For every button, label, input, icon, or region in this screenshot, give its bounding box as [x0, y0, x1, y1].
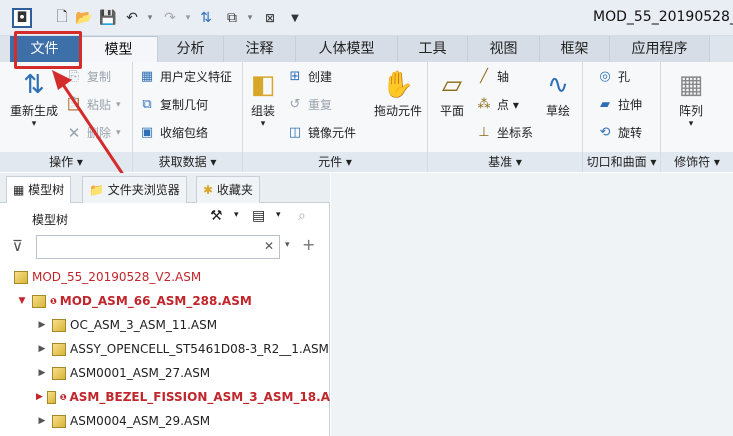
tree-columns-icon[interactable]: ▤ [252, 208, 265, 224]
tree-row-label: OC_ASM_3_ASM_11.ASM [70, 318, 218, 332]
navigator-panel: ▦ 模型树 📁 文件夹浏览器 ✱ 收藏夹 模型树 ⚒ ▾ ▤ ▾ ⌕ ⊽ ✕ ▾… [0, 173, 330, 436]
collapsed-arrow-icon[interactable]: ▶ [36, 416, 48, 426]
tree-settings-dropdown-icon[interactable]: ▾ [234, 210, 239, 220]
tree-row[interactable]: ▶ ❶ ASM_BEZEL_FISSION_ASM_3_ASM_18.A [0, 385, 330, 409]
graphics-area[interactable] [331, 173, 733, 436]
tree-row[interactable]: ▶ ASM0001_ASM_27.ASM [0, 361, 330, 385]
collapsed-arrow-icon[interactable]: ▶ [36, 320, 48, 330]
favorites-tab-label: 收藏夹 [216, 183, 253, 197]
assembly-icon [32, 294, 46, 308]
tree-columns-dropdown-icon[interactable]: ▾ [276, 210, 281, 220]
assembly-icon [46, 390, 56, 404]
tree-row-label: MOD_55_20190528_V2.ASM [32, 270, 202, 284]
collapsed-arrow-icon[interactable]: ▶ [36, 344, 48, 354]
tree-row[interactable]: ▶ ASM0004_ASM_29.ASM [0, 409, 330, 433]
error-icon: ❶ [59, 392, 67, 402]
tab-model-tree[interactable]: ▦ 模型树 [6, 176, 72, 203]
filter-funnel-icon[interactable]: ⊽ [12, 237, 23, 255]
tab-folder-browser[interactable]: 📁 文件夹浏览器 [82, 176, 187, 203]
search-dropdown-icon[interactable]: ▾ [285, 240, 290, 250]
collapsed-arrow-icon[interactable]: ▶ [36, 392, 43, 402]
assembly-icon [14, 270, 28, 284]
collapsed-arrow-icon[interactable]: ▶ [36, 368, 48, 378]
expanded-arrow-icon[interactable]: ▼ [16, 296, 28, 306]
tree-row-label: ASM0001_ASM_27.ASM [70, 366, 211, 380]
tree-search-input[interactable] [36, 235, 280, 259]
assembly-icon [52, 366, 66, 380]
tree-row[interactable]: MOD_55_20190528_V2.ASM [0, 265, 330, 289]
model-tree-tab-icon: ▦ [13, 183, 29, 197]
tree-row-label: ASM0004_ASM_29.ASM [70, 414, 211, 428]
folder-icon: 📁 [89, 183, 108, 197]
assembly-icon [52, 414, 66, 428]
tree-header: 模型树 ⚒ ▾ ▤ ▾ ⌕ [0, 203, 330, 231]
tree-filter-disabled-icon[interactable]: ⌕ [298, 208, 306, 224]
panel-tab-bar: ▦ 模型树 📁 文件夹浏览器 ✱ 收藏夹 [0, 173, 330, 203]
tree-row-label: ASSY_OPENCELL_ST5461D08-3_R2__1.ASM [70, 342, 329, 356]
tree-row-label: ASM_BEZEL_FISSION_ASM_3_ASM_18.A [69, 390, 330, 404]
tree-settings-icon[interactable]: ⚒ [210, 208, 223, 224]
tab-favorites[interactable]: ✱ 收藏夹 [196, 176, 260, 203]
tree-row[interactable]: ▼ ❶ MOD_ASM_66_ASM_288.ASM [0, 289, 330, 313]
error-icon: ❶ [50, 296, 57, 306]
tree-title: 模型树 [32, 213, 69, 227]
folder-browser-tab-label: 文件夹浏览器 [107, 183, 180, 197]
tree-row-label: MOD_ASM_66_ASM_288.ASM [59, 294, 252, 308]
clear-search-icon[interactable]: ✕ [264, 239, 274, 253]
model-tree-tab-label: 模型树 [28, 183, 65, 197]
tree-filter-bar: ⊽ ✕ ▾ + [0, 231, 330, 263]
tree-row[interactable]: ▶ OC_ASM_3_ASM_11.ASM [0, 313, 330, 337]
app-window: ◘ 🗋 📂 💾 ↶ ▾ ↷ ▾ ⇅ ⧉ ▾ ⊠ ▼ MOD_55_2019052… [0, 0, 733, 436]
tree-row[interactable]: ▶ ASSY_OPENCELL_ST5461D08-3_R2__1.ASM [0, 337, 330, 361]
assembly-icon [52, 342, 66, 356]
star-icon: ✱ [203, 183, 217, 197]
assembly-icon [52, 318, 66, 332]
add-filter-icon[interactable]: + [302, 235, 315, 254]
